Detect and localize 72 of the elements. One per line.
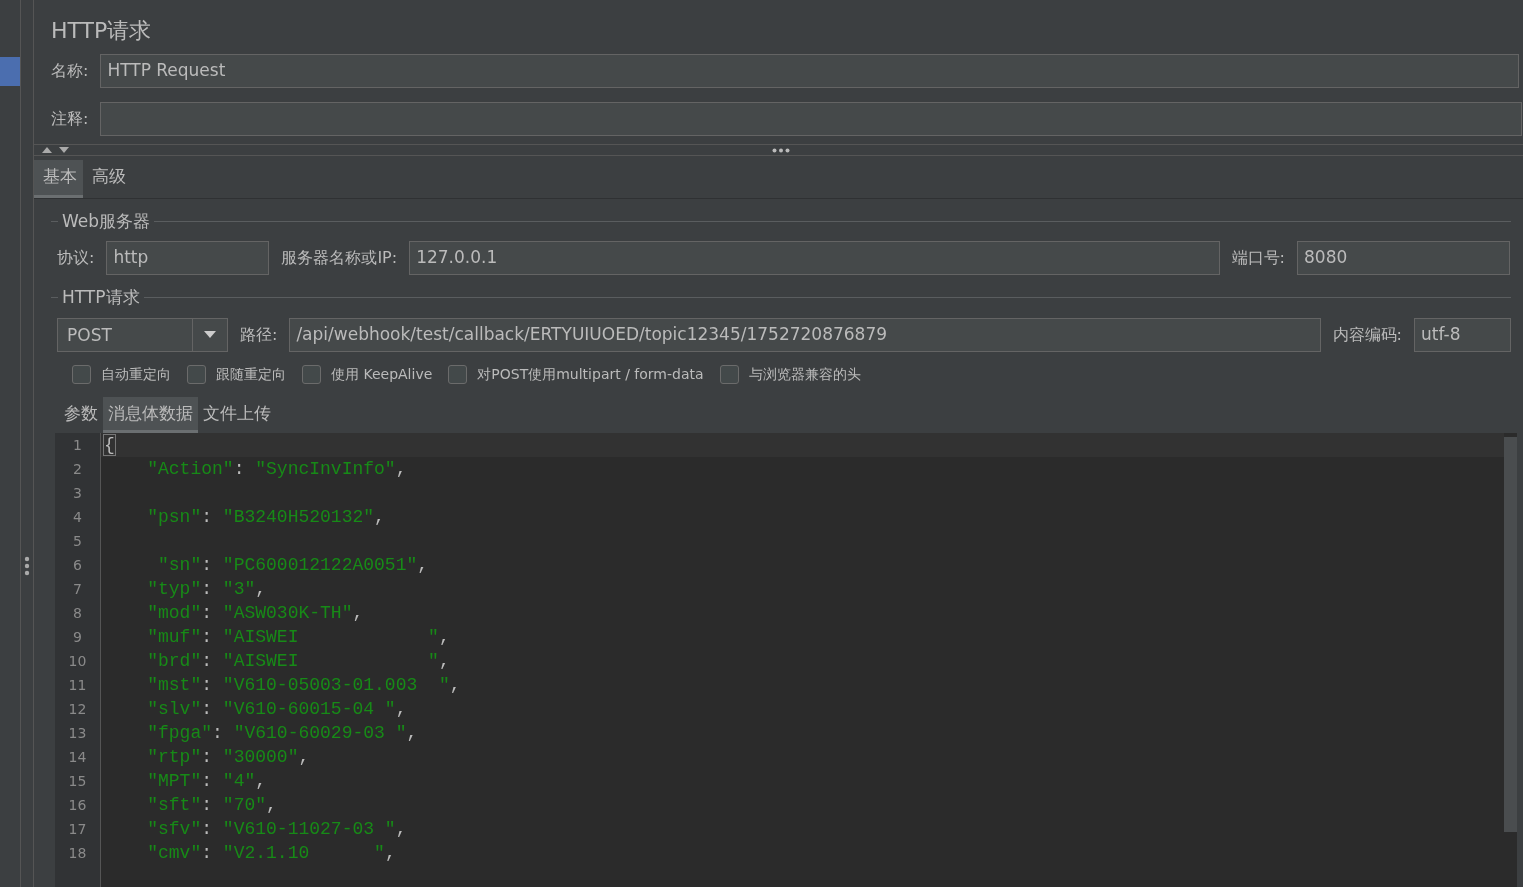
tab[interactable]: 文件上传: [198, 396, 276, 433]
checkbox[interactable]: [448, 364, 468, 384]
line-number: 3: [72, 484, 83, 503]
checkbox[interactable]: [302, 364, 321, 384]
code-line: "rtp": "30000",: [146, 747, 310, 767]
name-field[interactable]: HTTP Request: [100, 54, 1519, 88]
field-label: 名称:: [51, 60, 89, 82]
field-label: 协议:: [57, 247, 95, 269]
line-number: 11: [67, 676, 88, 695]
line-number: 17: [67, 820, 88, 839]
line-number: 12: [67, 700, 88, 719]
line-number: 6: [72, 556, 83, 575]
line-number: 5: [72, 532, 83, 551]
line-number: 15: [67, 772, 88, 791]
splitter-handle-icon[interactable]: [771, 147, 790, 153]
section-legend: HTTP请求: [62, 285, 140, 311]
comment-field[interactable]: [100, 102, 1522, 136]
checkbox[interactable]: [187, 364, 206, 384]
code-line: "fpga": "V610-60029-03 ",: [146, 723, 418, 743]
checkbox[interactable]: [719, 364, 739, 384]
line-number: 2: [72, 460, 83, 479]
code-line: "muf": "AISWEI ",: [146, 627, 450, 647]
line-number: 4: [72, 508, 83, 527]
line-number: 18: [67, 844, 88, 863]
field-label: 内容编码:: [1332, 323, 1402, 346]
tab[interactable]: 基本: [34, 160, 83, 198]
panel-title: HTTP请求: [51, 18, 152, 43]
checkbox-label[interactable]: 使用 KeepAlive: [331, 363, 433, 385]
field-label: 路径:: [240, 323, 278, 346]
checkbox-label[interactable]: 自动重定向: [101, 363, 171, 385]
line-number: 14: [67, 748, 88, 767]
line-number: 9: [72, 628, 83, 647]
code-line: "psn": "B3240H520132",: [146, 507, 385, 527]
code-line: "Action": "SyncInvInfo",: [146, 459, 407, 479]
caret-icon: [204, 331, 216, 338]
encoding-field[interactable]: utf-8: [1414, 317, 1511, 352]
line-number: 8: [72, 604, 83, 623]
method-dropdown[interactable]: POST: [57, 317, 228, 352]
code-line: "sfv": "V610-11027-03 ",: [146, 819, 407, 839]
tree-selection: [0, 57, 20, 86]
code-line: "mst": "V610-05003-01.003 ",: [146, 675, 461, 695]
field-label: 服务器名称或IP:: [281, 247, 398, 269]
code-line: "slv": "V610-60015-04 ",: [146, 699, 407, 719]
code-line: "MPT": "4",: [146, 771, 267, 791]
checkbox-label[interactable]: 与浏览器兼容的头: [748, 363, 861, 385]
field-label: 端口号:: [1231, 247, 1285, 269]
section-legend: Web服务器: [62, 208, 151, 234]
checkbox[interactable]: [72, 364, 91, 384]
checkbox-label[interactable]: 跟随重定向: [216, 363, 286, 385]
code-line: "cmv": "V2.1.10 ",: [146, 843, 396, 863]
code-line: "brd": "AISWEI ",: [146, 651, 450, 671]
checkbox-label[interactable]: 对POST使用multipart / form-data: [477, 363, 704, 385]
code-line: "typ": "3",: [146, 579, 267, 599]
line-number: 10: [67, 652, 88, 671]
tab[interactable]: 消息体数据: [103, 396, 198, 433]
tab[interactable]: 参数: [59, 396, 103, 433]
protocol-field[interactable]: http: [106, 241, 270, 275]
code-line: "sn": "PC600012122A0051",: [157, 555, 429, 575]
line-number: 7: [72, 580, 83, 599]
collapse-arrows-icon[interactable]: [42, 146, 70, 154]
server-field[interactable]: 127.0.0.1: [409, 241, 1220, 275]
field-label: 注释:: [51, 108, 89, 130]
drag-handle-icon[interactable]: [24, 556, 30, 576]
line-number: 16: [67, 796, 88, 815]
tab[interactable]: 高级: [83, 160, 132, 198]
line-number: 13: [67, 724, 88, 743]
code-line: {: [104, 435, 115, 455]
code-line: "sft": "70",: [146, 795, 277, 815]
port-field[interactable]: 8080: [1297, 241, 1510, 275]
code-line: "mod": "ASW030K-TH",: [146, 603, 364, 623]
path-field[interactable]: /api/webhook/test/callback/ERTYUIUOED/topic12345/1752720876879: [289, 317, 1321, 352]
line-number: 1: [72, 436, 83, 455]
